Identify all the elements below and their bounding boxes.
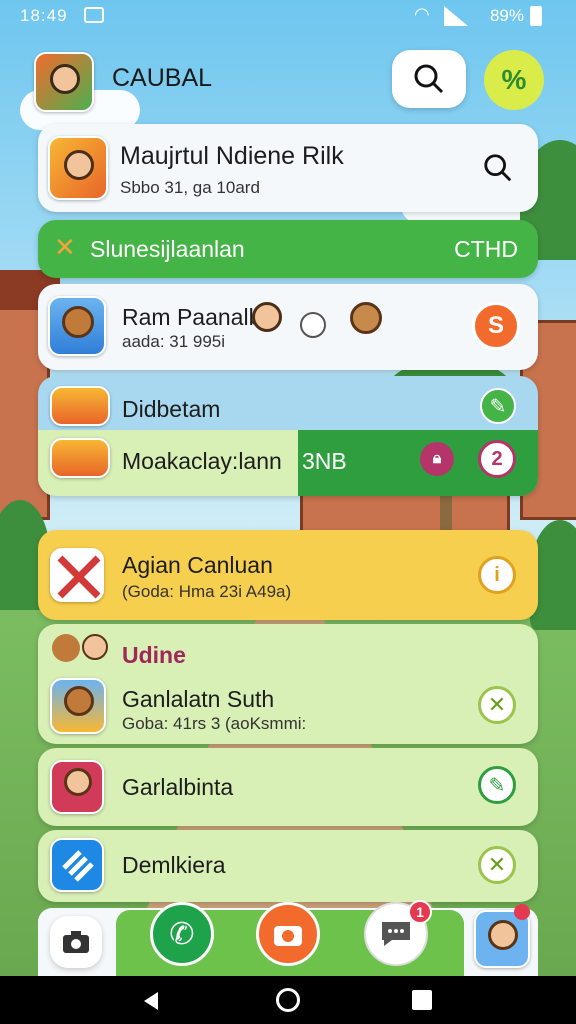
phone-button[interactable]: ✆ <box>150 902 214 966</box>
list-item-title: Garlalbinta <box>122 774 234 800</box>
chat-icon <box>382 922 410 946</box>
app-title: CAUBAL <box>112 64 213 92</box>
list-item-subtitle: aada: 31 995i <box>122 332 226 351</box>
app-logo[interactable] <box>34 52 94 112</box>
camera-app-button[interactable] <box>256 902 320 966</box>
close-icon: ✕ <box>487 692 507 717</box>
section-title: Udine <box>122 642 186 668</box>
avatar <box>50 64 80 94</box>
camera-icon <box>63 931 89 953</box>
s-icon: S <box>487 312 504 339</box>
search-card-title: Maujrtul Ndiene Rilk <box>120 142 344 170</box>
lock-button[interactable]: 🔒︎ <box>420 442 454 476</box>
pencil-icon: ✎ <box>489 395 507 418</box>
section-card: Udine Ganlalatn Suth Goba: 41rs 3 (aoKsm… <box>38 624 538 744</box>
character-icon <box>252 302 282 332</box>
info-button[interactable]: i <box>478 556 516 594</box>
list-item-app-icon <box>50 678 106 734</box>
search-icon[interactable] <box>482 152 514 184</box>
close-icon[interactable]: ✕ <box>54 232 76 263</box>
close-icon: ✕ <box>487 852 507 877</box>
list-item-title: Agian Canluan <box>122 552 273 578</box>
home-icon[interactable] <box>276 988 300 1012</box>
list-item-title[interactable]: Ganlalatn Suth <box>122 686 274 713</box>
lock-icon: 🔒︎ <box>432 450 442 467</box>
list-item-title: Demlkiera <box>122 852 226 878</box>
stripes-icon <box>62 850 94 882</box>
close-button[interactable]: ✕ <box>478 686 516 724</box>
search-card[interactable]: Maujrtul Ndiene Rilk Sbbo 31, ga 10ard <box>38 124 538 212</box>
percent-action-button[interactable]: % <box>484 50 544 110</box>
list-item-app-icon <box>50 760 104 814</box>
back-icon[interactable] <box>140 990 162 1012</box>
camera-icon <box>274 926 302 946</box>
info-icon: i <box>494 563 500 586</box>
search-icon <box>414 64 444 94</box>
wifi-icon: ◠ <box>414 4 430 24</box>
ghost-icon <box>300 312 326 338</box>
recents-icon[interactable] <box>412 990 432 1010</box>
monkey-icon <box>64 686 94 716</box>
list-item-badge: 3NB <box>302 448 347 474</box>
notification-dot <box>514 904 530 920</box>
character-icon <box>52 634 80 662</box>
avatar <box>488 920 518 950</box>
list-item-title: Ram Paanalb <box>122 304 262 330</box>
list-item[interactable]: Garlalbinta ✎ <box>38 748 538 826</box>
signal-icon <box>444 6 468 26</box>
edit-button[interactable]: ✎ <box>480 388 516 424</box>
percent-icon: % <box>501 64 527 95</box>
number-badge-icon: 2 <box>478 440 516 478</box>
action-button[interactable]: S <box>472 302 520 350</box>
character-icon <box>350 302 382 334</box>
character-icon <box>64 768 92 796</box>
list-item-app-icon <box>50 438 110 478</box>
character-icon <box>82 634 108 660</box>
list-item-subtitle: (Goda: Hma 23i A49a) <box>122 582 292 601</box>
status-bar: 18:49 ◠ 89% <box>0 0 576 34</box>
x-mark-icon <box>57 555 101 599</box>
list-item-app-icon <box>48 296 106 356</box>
list-item-app-icon <box>50 838 104 892</box>
list-item-subtitle: Goba: 41rs 3 (aoKsmmi: <box>122 714 307 733</box>
category-bar[interactable]: ✕ Slunesijlaanlan CTHD <box>38 220 538 278</box>
list-item-app-icon <box>50 548 104 602</box>
monkey-icon <box>62 306 94 338</box>
battery-icon <box>530 6 542 26</box>
search-card-subtitle: Sbbo 31, ga 10ard <box>120 178 260 197</box>
category-label: Slunesijlaanlan <box>90 236 245 262</box>
status-time: 18:49 <box>20 6 68 25</box>
message-count-badge: 1 <box>408 900 432 924</box>
list-item[interactable]: Ram Paanalb aada: 31 995i S <box>38 284 538 370</box>
list-item-title: Moakaclay:lann <box>122 448 282 474</box>
header-search-button[interactable] <box>392 50 466 108</box>
list-item[interactable]: Demlkiera ✕ <box>38 830 538 902</box>
notification-icon <box>84 7 104 23</box>
battery-level: 89% <box>489 6 524 25</box>
list-group: Didbetam ✎ Moakaclay:lann 3NB 🔒︎ 2 <box>38 376 538 496</box>
list-item-highlighted[interactable]: Agian Canluan (Goda: Hma 23i A49a) i <box>38 530 538 620</box>
list-item-app-icon <box>50 386 110 426</box>
category-right-label: CTHD <box>454 236 518 262</box>
edit-button[interactable]: ✎ <box>478 766 516 804</box>
pencil-icon: ✎ <box>488 774 506 797</box>
close-button[interactable]: ✕ <box>478 846 516 884</box>
list-item-title[interactable]: Didbetam <box>122 396 220 423</box>
phone-icon: ✆ <box>169 917 195 951</box>
system-navigation-bar <box>0 976 576 1024</box>
search-card-app-icon <box>48 136 108 200</box>
character-icon <box>64 150 94 180</box>
camera-button[interactable] <box>50 916 102 968</box>
